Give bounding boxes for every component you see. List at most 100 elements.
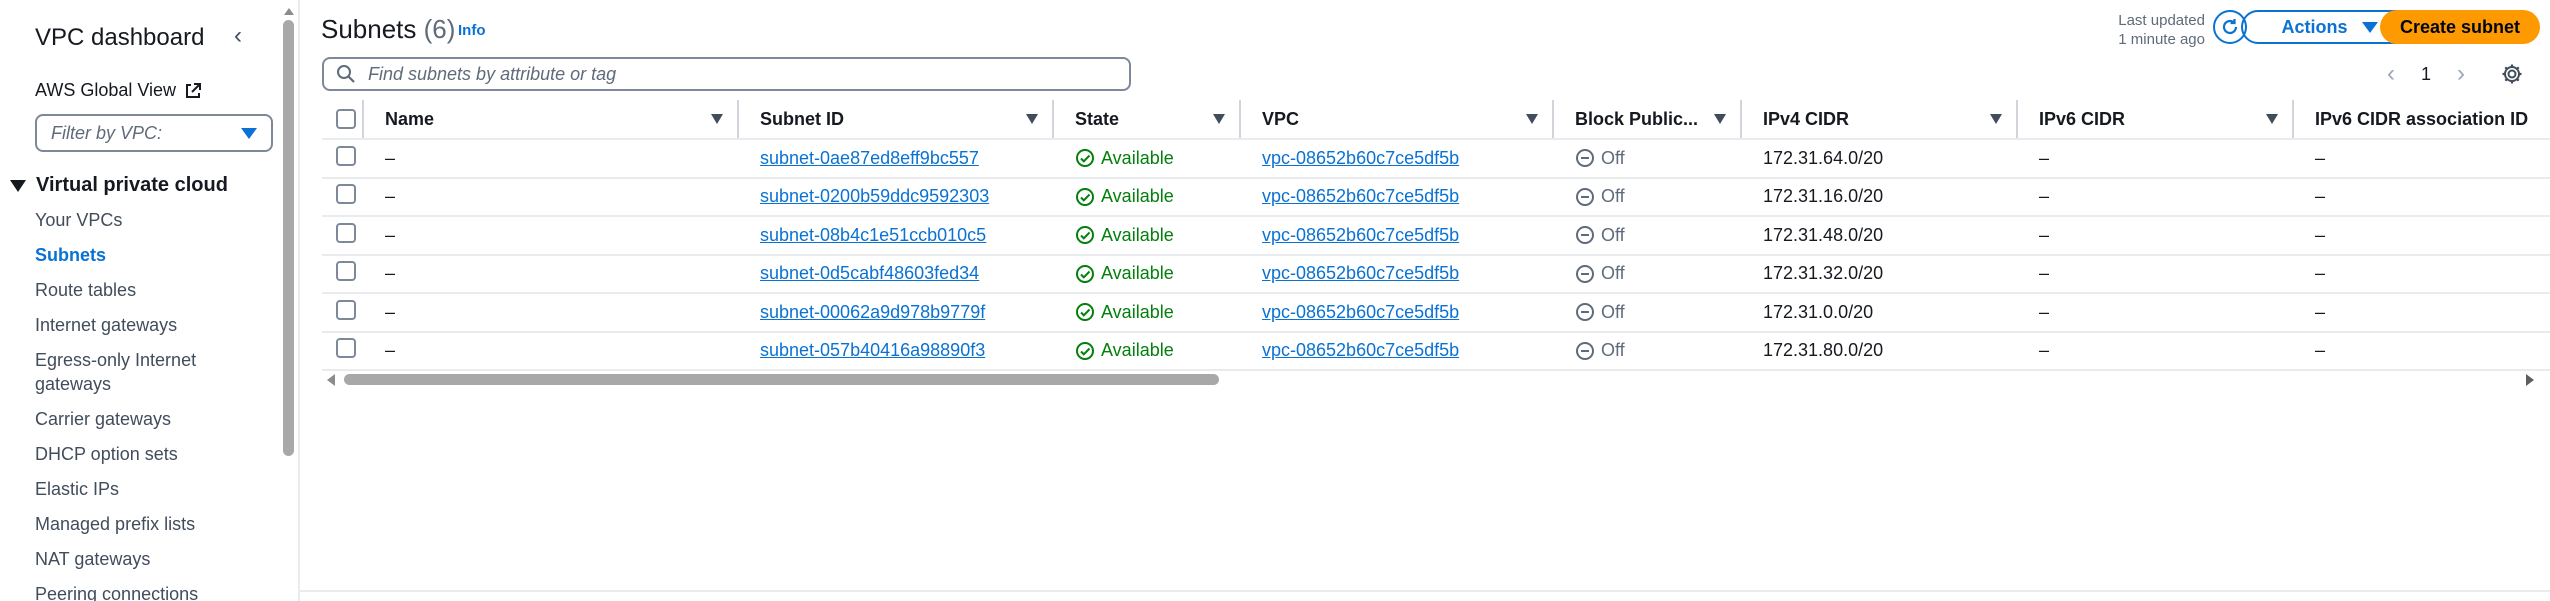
- sidebar-item-dhcp-option-sets[interactable]: DHCP option sets: [35, 442, 225, 466]
- sidebar-item-route-tables[interactable]: Route tables: [35, 278, 225, 302]
- check-circle-icon: [1076, 187, 1094, 206]
- horizontal-scroll-thumb[interactable]: [344, 374, 1219, 385]
- page-title: Subnets (6): [321, 14, 455, 45]
- subnet-id-cell: subnet-0ae87ed8eff9bc557: [737, 139, 1052, 179]
- sidebar-item-peering-connections[interactable]: Peering connections: [35, 582, 225, 601]
- search-bar[interactable]: [322, 57, 1131, 91]
- block-public-access-cell: Off: [1552, 139, 1740, 179]
- sidebar-item-elastic-ips[interactable]: Elastic IPs: [35, 477, 225, 501]
- pagination: ‹ 1 ›: [2387, 60, 2465, 88]
- column-header-ipv6-cidr-association-id[interactable]: IPv6 CIDR association ID: [2292, 100, 2550, 140]
- block-status: Off: [1575, 148, 1740, 169]
- subnet-id-link[interactable]: subnet-0200b59ddc9592303: [760, 186, 989, 206]
- sort-icon[interactable]: [1026, 114, 1038, 124]
- sidebar-scrollbar[interactable]: [283, 8, 295, 456]
- table-row[interactable]: – subnet-057b40416a98890f3 Available vpc-08…: [322, 331, 2550, 371]
- column-header-ipv4-cidr[interactable]: IPv4 CIDR: [1740, 100, 2016, 140]
- sort-icon[interactable]: [1526, 114, 1538, 124]
- subnet-id-link[interactable]: subnet-0d5cabf48603fed34: [760, 263, 979, 283]
- name-cell: –: [362, 139, 737, 179]
- sidebar-item-carrier-gateways[interactable]: Carrier gateways: [35, 407, 225, 431]
- state-label: Available: [1101, 340, 1174, 361]
- row-checkbox[interactable]: [336, 261, 356, 282]
- sidebar-item-internet-gateways[interactable]: Internet gateways: [35, 313, 225, 337]
- select-all-checkbox[interactable]: [336, 109, 356, 129]
- caret-down-icon: [241, 127, 257, 139]
- subnet-id-cell: subnet-0d5cabf48603fed34: [737, 254, 1052, 294]
- row-checkbox[interactable]: [336, 184, 356, 205]
- ipv6-cidr-cell: –: [2016, 139, 2292, 179]
- minus-circle-icon: [1576, 341, 1594, 360]
- vpc-id-link[interactable]: vpc-08652b60c7ce5df5b: [1262, 186, 1459, 206]
- subnet-id-cell: subnet-0200b59ddc9592303: [737, 177, 1052, 217]
- sidebar-item-nat-gateways[interactable]: NAT gateways: [35, 547, 225, 571]
- next-page-icon[interactable]: ›: [2457, 60, 2465, 88]
- sort-icon[interactable]: [1213, 114, 1225, 124]
- column-header-ipv6-cidr[interactable]: IPv6 CIDR: [2016, 100, 2292, 140]
- minus-circle-icon: [1576, 187, 1594, 206]
- block-status: Off: [1575, 263, 1740, 284]
- sidebar-title[interactable]: VPC dashboard: [35, 24, 204, 52]
- aws-global-view-link[interactable]: AWS Global View: [35, 80, 202, 101]
- create-subnet-button[interactable]: Create subnet: [2380, 10, 2540, 44]
- column-header-block-public-access[interactable]: Block Public...: [1552, 100, 1740, 140]
- column-header-name[interactable]: Name: [362, 100, 737, 140]
- current-page[interactable]: 1: [2421, 64, 2431, 85]
- sort-icon[interactable]: [1714, 114, 1726, 124]
- table-row[interactable]: – subnet-08b4c1e51ccb010c5 Available vpc-08…: [322, 216, 2550, 256]
- check-circle-icon: [1076, 341, 1094, 360]
- vpc-cell: vpc-08652b60c7ce5df5b: [1239, 293, 1552, 333]
- previous-page-icon[interactable]: ‹: [2387, 60, 2395, 88]
- info-link[interactable]: Info: [458, 22, 486, 39]
- column-header-state[interactable]: State: [1052, 100, 1239, 140]
- vpc-id-link[interactable]: vpc-08652b60c7ce5df5b: [1262, 302, 1459, 322]
- ipv4-cidr-cell: 172.31.48.0/20: [1740, 216, 2016, 256]
- subnet-id-link[interactable]: subnet-0ae87ed8eff9bc557: [760, 148, 979, 168]
- collapse-sidebar-icon[interactable]: ‹: [234, 24, 256, 50]
- table-row[interactable]: – subnet-0d5cabf48603fed34 Available vpc-08…: [322, 254, 2550, 294]
- column-header-subnet-id[interactable]: Subnet ID: [737, 100, 1052, 140]
- vpc-filter-placeholder: Filter by VPC:: [51, 122, 163, 143]
- table-row[interactable]: – subnet-00062a9d978b9779f Available vpc-08…: [322, 293, 2550, 333]
- sort-icon[interactable]: [1990, 114, 2002, 124]
- sidebar-item-your-vpcs[interactable]: Your VPCs: [35, 208, 225, 232]
- sidebar-item-egress-only-internet-gateways[interactable]: Egress-only Internet gateways: [35, 348, 225, 396]
- subnet-id-link[interactable]: subnet-00062a9d978b9779f: [760, 302, 985, 322]
- block-label: Off: [1601, 147, 1625, 168]
- search-input[interactable]: [368, 63, 1108, 85]
- subnet-id-link[interactable]: subnet-057b40416a98890f3: [760, 340, 985, 360]
- row-checkbox[interactable]: [336, 145, 356, 166]
- table-horizontal-scrollbar[interactable]: [322, 372, 2550, 388]
- ipv6-association-cell: –: [2292, 177, 2550, 217]
- scroll-right-arrow-icon[interactable]: [2526, 374, 2534, 386]
- bottom-divider: [300, 590, 2550, 592]
- gear-icon[interactable]: [2500, 62, 2524, 86]
- vpc-id-link[interactable]: vpc-08652b60c7ce5df5b: [1262, 263, 1459, 283]
- column-header-vpc[interactable]: VPC: [1239, 100, 1552, 140]
- column-label: IPv4 CIDR: [1763, 108, 1850, 129]
- sidebar-item-managed-prefix-lists[interactable]: Managed prefix lists: [35, 512, 225, 536]
- name-cell: –: [362, 293, 737, 333]
- table-row[interactable]: – subnet-0ae87ed8eff9bc557 Available vpc-08…: [322, 139, 2550, 179]
- column-label: Subnet ID: [760, 108, 844, 129]
- sidebar-item-subnets[interactable]: Subnets: [35, 243, 225, 267]
- vpc-id-link[interactable]: vpc-08652b60c7ce5df5b: [1262, 225, 1459, 245]
- section-virtual-private-cloud[interactable]: Virtual private cloud: [10, 174, 228, 197]
- row-checkbox[interactable]: [336, 299, 356, 320]
- vpc-id-link[interactable]: vpc-08652b60c7ce5df5b: [1262, 340, 1459, 360]
- sort-icon[interactable]: [2266, 114, 2278, 124]
- scroll-left-arrow-icon[interactable]: [327, 374, 335, 386]
- row-select-cell: [322, 216, 362, 256]
- vpc-id-link[interactable]: vpc-08652b60c7ce5df5b: [1262, 148, 1459, 168]
- row-checkbox[interactable]: [336, 222, 356, 243]
- scroll-up-arrow-icon[interactable]: [284, 8, 294, 15]
- row-checkbox[interactable]: [336, 338, 356, 359]
- sort-icon[interactable]: [711, 114, 723, 124]
- ipv6-association-cell: –: [2292, 254, 2550, 294]
- table-row[interactable]: – subnet-0200b59ddc9592303 Available vpc-08…: [322, 177, 2550, 217]
- last-updated-value: 1 minute ago: [2118, 31, 2205, 48]
- sidebar-scroll-thumb[interactable]: [283, 20, 294, 456]
- vpc-filter-select[interactable]: Filter by VPC:: [35, 114, 273, 152]
- subnet-id-link[interactable]: subnet-08b4c1e51ccb010c5: [760, 225, 986, 245]
- row-select-cell: [322, 177, 362, 217]
